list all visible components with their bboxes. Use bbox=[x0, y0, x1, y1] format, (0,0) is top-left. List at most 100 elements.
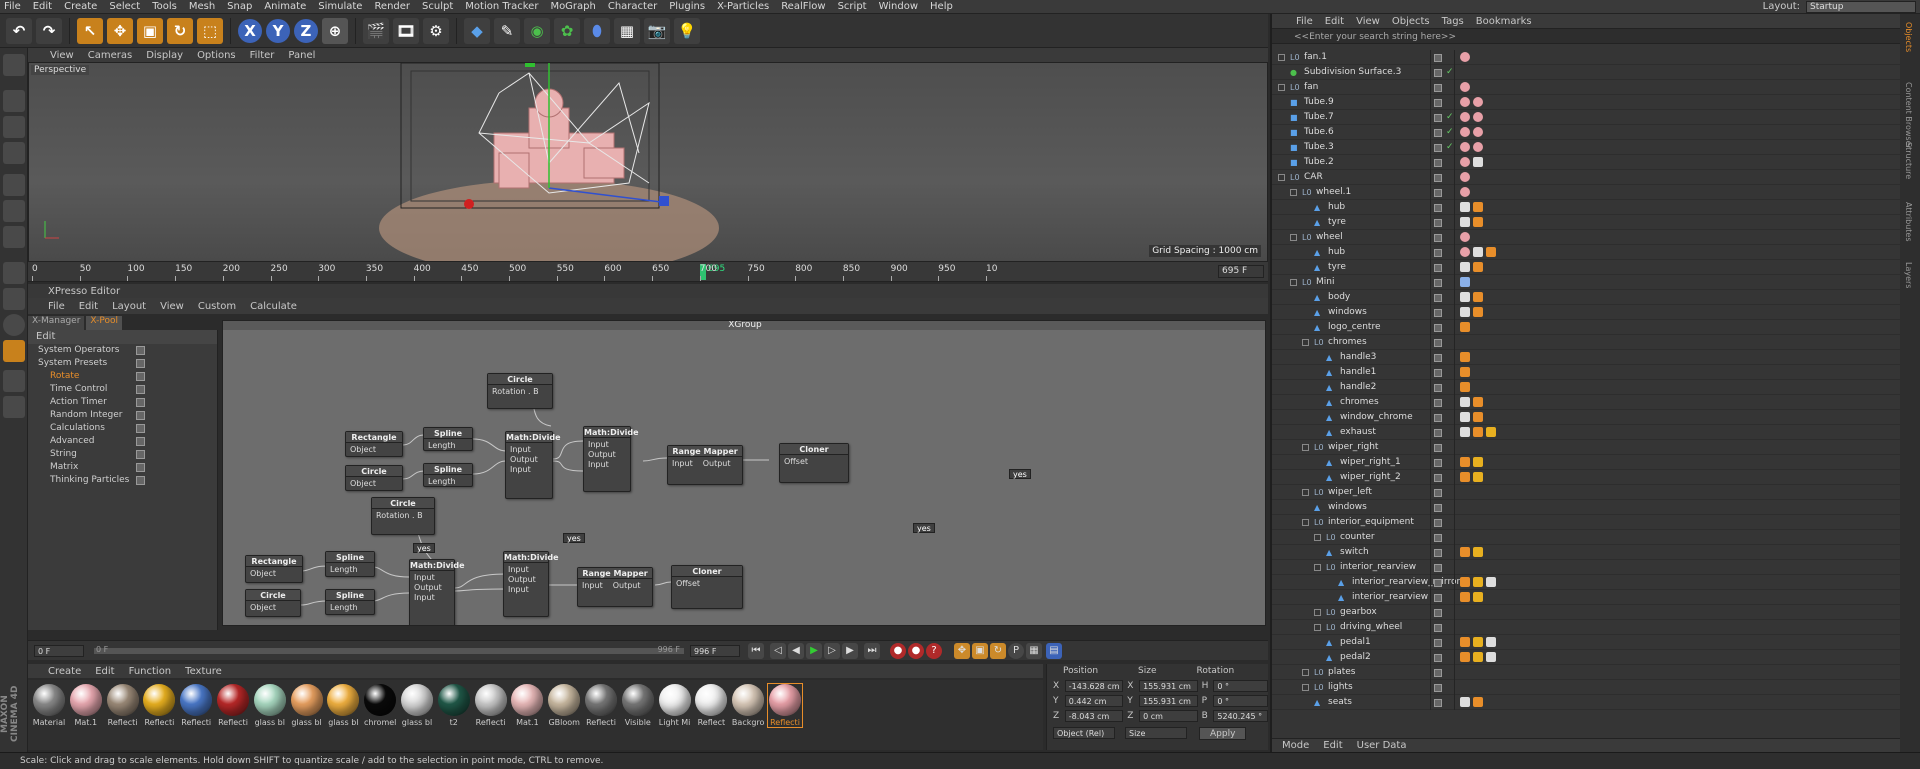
layer-icon[interactable] bbox=[1434, 309, 1442, 317]
texture-tag-icon[interactable] bbox=[1460, 217, 1470, 227]
material-swatch[interactable]: glass bl bbox=[326, 684, 360, 727]
object-row[interactable]: ▲ body bbox=[1272, 290, 1902, 305]
apply-button[interactable]: Apply bbox=[1199, 726, 1247, 740]
xpresso-node-cloner2[interactable]: Cloner Offset bbox=[671, 565, 743, 609]
object-row[interactable]: L0 Mini bbox=[1272, 275, 1902, 290]
layer-icon[interactable] bbox=[1434, 609, 1442, 617]
texture-tag-icon[interactable] bbox=[1473, 157, 1483, 167]
object-row[interactable]: ▲ handle1 bbox=[1272, 365, 1902, 380]
menu-help[interactable]: Help bbox=[930, 1, 953, 12]
select-arrow-icon[interactable]: ↖ bbox=[77, 17, 103, 44]
position-field[interactable]: -8.043 cm bbox=[1064, 710, 1124, 722]
light-icon[interactable]: 💡 bbox=[674, 17, 700, 44]
material-swatch[interactable]: Reflecti bbox=[474, 684, 508, 727]
expand-icon[interactable] bbox=[1290, 279, 1297, 286]
object-search-input[interactable]: <<Enter your search string here>> bbox=[1272, 28, 1900, 44]
menu-file[interactable]: File bbox=[4, 1, 21, 12]
layer-icon[interactable] bbox=[1434, 264, 1442, 272]
texture-tag-icon[interactable] bbox=[1486, 637, 1496, 647]
rotation-field[interactable]: 5240.245 ° bbox=[1213, 710, 1268, 722]
material-swatch[interactable]: Visible bbox=[621, 684, 655, 727]
layer-icon[interactable] bbox=[1434, 429, 1442, 437]
xpresso-tag-icon[interactable] bbox=[1486, 427, 1496, 437]
workplane-icon[interactable] bbox=[3, 142, 25, 164]
xpresso-menu-file[interactable]: File bbox=[48, 301, 65, 312]
xpresso-node-circle1[interactable]: Circle Rotation . B bbox=[487, 373, 553, 409]
layer-icon[interactable] bbox=[1434, 204, 1442, 212]
phong-tag-icon[interactable] bbox=[1473, 217, 1483, 227]
expand-icon[interactable] bbox=[1278, 84, 1285, 91]
material-tag-icon[interactable] bbox=[1473, 142, 1483, 152]
node-port[interactable]: Input bbox=[582, 581, 603, 591]
menu-render[interactable]: Render bbox=[374, 1, 410, 12]
texture-tag-icon[interactable] bbox=[1460, 202, 1470, 212]
texture-tag-icon[interactable] bbox=[1486, 577, 1496, 587]
object-row[interactable]: L0 driving_wheel bbox=[1272, 620, 1902, 635]
layer-icon[interactable] bbox=[1434, 324, 1442, 332]
material-menu-edit[interactable]: Edit bbox=[95, 666, 114, 677]
xpresso-node-spline3[interactable]: Spline Length bbox=[325, 551, 375, 577]
points-mode-icon[interactable] bbox=[3, 174, 25, 196]
pool-item[interactable]: Random Integer bbox=[28, 409, 217, 422]
menu-script[interactable]: Script bbox=[838, 1, 867, 12]
phong-tag-icon[interactable] bbox=[1473, 262, 1483, 272]
node-port[interactable]: Object bbox=[350, 445, 398, 455]
enabled-check-icon[interactable]: ✓ bbox=[1446, 125, 1454, 140]
texture-tag-icon[interactable] bbox=[1486, 652, 1496, 662]
move-icon[interactable]: ✥ bbox=[107, 17, 133, 44]
material-swatch[interactable]: glass bl bbox=[290, 684, 324, 727]
expand-icon[interactable] bbox=[1314, 564, 1321, 571]
xgroup-node-area[interactable]: XGroup Circle Rotation . B Rectangle Object… bbox=[222, 320, 1266, 626]
cube-icon[interactable]: ◆ bbox=[464, 17, 490, 44]
object-row[interactable]: ▲ tyre bbox=[1272, 215, 1902, 230]
spline-pen-icon[interactable]: ✎ bbox=[494, 17, 520, 44]
material-swatch[interactable]: Reflecti bbox=[106, 684, 140, 727]
menu-plugins[interactable]: Plugins bbox=[669, 1, 705, 12]
material-swatch[interactable]: chromel bbox=[363, 684, 397, 727]
xpresso-tag-icon[interactable] bbox=[1473, 652, 1483, 662]
material-swatch[interactable]: Material bbox=[32, 684, 66, 727]
object-row[interactable]: ▲ hub bbox=[1272, 245, 1902, 260]
material-tag-icon[interactable] bbox=[1460, 247, 1470, 257]
texture-tag-icon[interactable] bbox=[1460, 307, 1470, 317]
object-row[interactable]: L0 gearbox bbox=[1272, 605, 1902, 620]
undo-icon[interactable]: ↶ bbox=[6, 17, 32, 44]
layer-icon[interactable] bbox=[1434, 279, 1442, 287]
node-port[interactable]: Length bbox=[428, 441, 468, 451]
node-port[interactable]: Input bbox=[510, 465, 548, 475]
menu-tools[interactable]: Tools bbox=[152, 1, 177, 12]
object-menu-edit[interactable]: Edit bbox=[1325, 16, 1344, 27]
phong-tag-icon[interactable] bbox=[1460, 367, 1470, 377]
texture-tag-icon[interactable] bbox=[1473, 247, 1483, 257]
object-menu-tags[interactable]: Tags bbox=[1442, 16, 1464, 27]
object-row[interactable]: ▲ exhaust bbox=[1272, 425, 1902, 440]
next-frame-icon[interactable]: ▷ bbox=[824, 643, 840, 659]
scale-icon[interactable]: ▣ bbox=[137, 17, 163, 44]
material-menu-function[interactable]: Function bbox=[129, 666, 172, 677]
layer-icon[interactable] bbox=[1434, 459, 1442, 467]
layer-icon[interactable] bbox=[1434, 654, 1442, 662]
object-row[interactable]: ▲ pedal1 bbox=[1272, 635, 1902, 650]
xpresso-node-rect2[interactable]: Rectangle Object bbox=[245, 555, 303, 583]
layer-icon[interactable] bbox=[1434, 369, 1442, 377]
layer-icon[interactable] bbox=[1434, 219, 1442, 227]
node-port[interactable]: Object bbox=[350, 479, 398, 489]
layer-icon[interactable] bbox=[1434, 699, 1442, 707]
node-port[interactable]: Output bbox=[414, 583, 450, 593]
render-settings-icon[interactable]: ⚙ bbox=[423, 17, 449, 44]
key-parameter-icon[interactable]: P bbox=[1008, 643, 1024, 659]
menu-mograph[interactable]: MoGraph bbox=[550, 1, 595, 12]
material-swatch[interactable]: glass bl bbox=[253, 684, 287, 727]
node-port[interactable]: Input bbox=[672, 459, 693, 469]
magnet-icon[interactable] bbox=[3, 340, 25, 362]
texture-tag-icon[interactable] bbox=[1460, 397, 1470, 407]
pool-item-toggle[interactable] bbox=[136, 372, 145, 381]
xpresso-menu-edit[interactable]: Edit bbox=[79, 301, 98, 312]
layer-icon[interactable] bbox=[1434, 579, 1442, 587]
material-tag-icon[interactable] bbox=[1460, 112, 1470, 122]
object-row[interactable]: ▲ switch bbox=[1272, 545, 1902, 560]
layer-icon[interactable] bbox=[1434, 504, 1442, 512]
viewport-menu-display[interactable]: Display bbox=[146, 50, 183, 61]
record-icon[interactable]: ● bbox=[890, 643, 906, 659]
render-view-icon[interactable]: 🎬 bbox=[363, 17, 389, 44]
